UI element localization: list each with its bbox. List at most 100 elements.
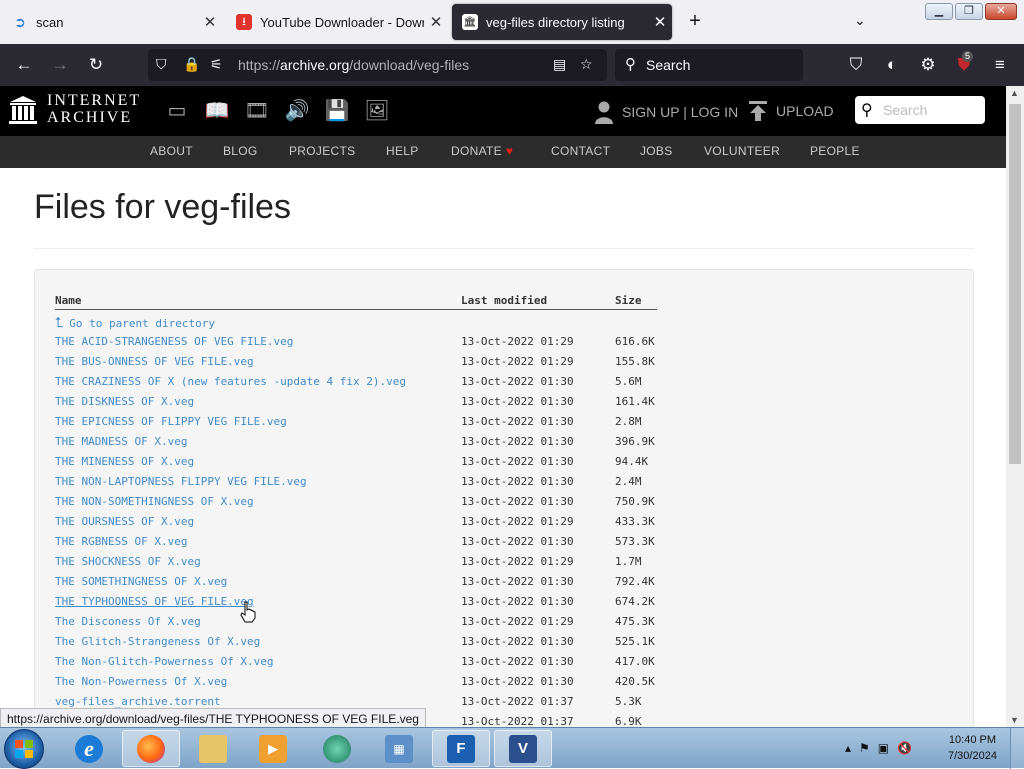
menu-about[interactable]: ABOUT (150, 144, 193, 158)
menu-people[interactable]: PEOPLE (810, 144, 860, 158)
taskbar-file-explorer[interactable] (184, 730, 242, 767)
close-tab-icon[interactable]: ✕ (198, 13, 222, 31)
lock-icon[interactable]: 🔒 (183, 56, 200, 73)
web-icon[interactable]: ▭ (164, 99, 190, 123)
file-size: 2.8M (615, 415, 642, 428)
file-link[interactable]: THE SHOCKNESS OF X.veg (55, 555, 201, 568)
file-size: 161.4K (615, 395, 655, 408)
forward-button[interactable]: → (47, 52, 73, 78)
audio-icon[interactable]: 🔊 (284, 99, 310, 123)
file-modified: 13-Oct-2022 01:29 (461, 335, 574, 348)
menu-jobs[interactable]: JOBS (640, 144, 673, 158)
volume-muted-icon[interactable]: 🔇 (897, 741, 912, 755)
archive-search-input[interactable]: ⚲ Search (855, 96, 985, 124)
menu-blog[interactable]: BLOG (223, 144, 258, 158)
taskbar-firefox[interactable] (122, 730, 180, 767)
file-link[interactable]: THE BUS-ONNESS OF VEG FILE.veg (55, 355, 254, 368)
file-link[interactable]: THE NON-SOMETHINGNESS OF X.veg (55, 495, 254, 508)
file-link[interactable]: THE SOMETHINGNESS OF X.veg (55, 575, 227, 588)
tab-youtube-downloader[interactable]: ⭳ YouTube Downloader - Downlo ✕ (226, 4, 448, 40)
archive-wordmark[interactable]: INTERNET ARCHIVE (47, 92, 141, 126)
maximize-button[interactable]: ❐ (955, 3, 983, 20)
software-icon[interactable]: 💾 (324, 99, 350, 123)
file-link[interactable]: THE EPICNESS OF FLIPPY VEG FILE.veg (55, 415, 287, 428)
upload-link[interactable]: UPLOAD (748, 100, 834, 122)
tab-veg-files[interactable]: 🏛 veg-files directory listing ✕ (452, 4, 672, 40)
menu-donate[interactable]: DONATE ♥ (451, 144, 513, 158)
file-link[interactable]: The Disconess Of X.veg (55, 615, 201, 628)
network-icon[interactable]: ▣ (878, 741, 889, 755)
file-link[interactable]: veg-files_archive.torrent (55, 695, 221, 708)
menu-contact[interactable]: CONTACT (551, 144, 610, 158)
bookmark-star-icon[interactable]: ☆ (580, 56, 593, 73)
file-row: THE TYPHOONESS OF VEG FILE.veg 13-Oct-202… (55, 595, 675, 615)
taskbar-media-player[interactable]: ▶ (244, 730, 302, 767)
minimize-button[interactable]: ▁ (925, 3, 953, 20)
texts-icon[interactable]: 📖 (204, 99, 230, 123)
menu-icon[interactable]: ≡ (987, 52, 1013, 78)
system-clock[interactable]: 10:40 PM 7/30/2024 (948, 732, 997, 764)
file-link[interactable]: THE RGBNESS OF X.veg (55, 535, 187, 548)
file-modified: 13-Oct-2022 01:30 (461, 655, 574, 668)
column-header-name[interactable]: Name (55, 294, 82, 307)
reader-view-icon[interactable]: ▤ (553, 56, 566, 73)
file-row: The Glitch-Strangeness Of X.veg 13-Oct-20… (55, 635, 675, 655)
url-path: /download/veg-files (349, 57, 470, 73)
file-link[interactable]: The Glitch-Strangeness Of X.veg (55, 635, 260, 648)
taskbar-app[interactable] (308, 730, 366, 767)
close-tab-icon[interactable]: ✕ (648, 13, 672, 31)
signup-login-link[interactable]: SIGN UP | LOG IN (594, 100, 738, 124)
web-search-bar[interactable]: ⚲ Search (615, 49, 803, 81)
taskbar-internet-explorer[interactable]: e (60, 730, 118, 767)
show-hidden-icons-icon[interactable]: ▴ (845, 741, 851, 755)
menu-projects[interactable]: PROJECTS (289, 144, 355, 158)
close-tab-icon[interactable]: ✕ (424, 13, 448, 31)
close-window-button[interactable]: ✕ (985, 3, 1017, 20)
column-header-modified[interactable]: Last modified (461, 294, 547, 307)
menu-help[interactable]: HELP (386, 144, 419, 158)
pocket-icon[interactable]: ⛉ (843, 52, 869, 78)
file-link[interactable]: THE TYPHOONESS OF VEG FILE.veg (55, 595, 254, 608)
taskbar-control-panel[interactable]: ▦ (370, 730, 428, 767)
scroll-down-icon[interactable]: ▼ (1010, 715, 1019, 725)
video-icon[interactable]: 🎞 (244, 99, 270, 123)
file-link[interactable]: THE ACID-STRANGENESS OF VEG FILE.veg (55, 335, 293, 348)
flag-icon[interactable]: ⚑ (859, 741, 870, 755)
taskbar-vegas-pro[interactable]: V (494, 730, 552, 767)
images-icon[interactable]: 🖼 (364, 99, 390, 123)
start-button[interactable] (4, 729, 44, 769)
show-desktop-button[interactable] (1010, 728, 1024, 769)
new-tab-button[interactable]: + (684, 10, 706, 33)
tab-scan[interactable]: ➲ scan ✕ (2, 4, 222, 40)
menu-volunteer[interactable]: VOLUNTEER (704, 144, 780, 158)
tracking-protection-icon[interactable]: ⛉ (156, 56, 167, 73)
file-size: 94.4K (615, 455, 649, 468)
scroll-up-icon[interactable]: ▲ (1010, 88, 1019, 98)
vertical-scrollbar[interactable]: ▲ ▼ (1006, 86, 1024, 727)
firefox-icon (137, 734, 165, 763)
file-link[interactable]: THE MADNESS OF X.veg (55, 435, 187, 448)
column-header-size[interactable]: Size (615, 294, 642, 307)
list-all-tabs-icon[interactable]: ⌄ (854, 12, 866, 29)
extensions-icon[interactable]: ⚙ (915, 52, 941, 78)
url-bar[interactable]: ⛉ 🔒 ⚟ https://archive.org/download/veg-f… (148, 49, 607, 81)
back-button[interactable]: ← (11, 52, 37, 78)
file-link[interactable]: The Non-Glitch-Powerness Of X.veg (55, 655, 274, 668)
file-link[interactable]: THE DISKNESS OF X.veg (55, 395, 194, 408)
file-link[interactable]: THE OURSNESS OF X.veg (55, 515, 194, 528)
url-text[interactable]: https://archive.org/download/veg-files (238, 57, 469, 73)
file-link[interactable]: THE NON-LAPTOPNESS FLIPPY VEG FILE.veg (55, 475, 307, 488)
archive-logo-icon[interactable] (9, 94, 37, 126)
file-size: 616.6K (615, 335, 655, 348)
reload-button[interactable]: ↻ (83, 52, 109, 78)
file-link[interactable]: The Non-Powerness Of X.veg (55, 675, 227, 688)
parent-directory-link[interactable]: ⮤ Go to parent directory (55, 315, 215, 331)
scrollbar-thumb[interactable] (1009, 104, 1021, 464)
taskbar-vegas[interactable]: F (432, 730, 490, 767)
file-link[interactable]: THE CRAZINESS OF X (new features -update… (55, 375, 406, 388)
file-size: 475.3K (615, 615, 655, 628)
permissions-icon[interactable]: ⚟ (210, 56, 223, 73)
file-row: THE OURSNESS OF X.veg 13-Oct-2022 01:29 43… (55, 515, 675, 535)
account-icon[interactable]: ◐ (879, 52, 905, 78)
file-link[interactable]: THE MINENESS OF X.veg (55, 455, 194, 468)
